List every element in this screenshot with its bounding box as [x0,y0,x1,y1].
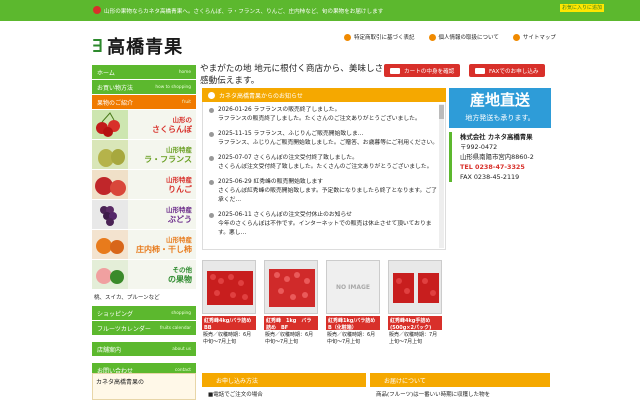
area-panel: 産地直送 地方発送も承ります。 株式会社 カネタ高橋青果 〒992-0472 山形… [449,88,551,182]
bullet-icon [209,132,214,137]
fruit-grape[interactable]: 山形特産 ぶどう [92,200,196,230]
nav-shopping[interactable]: ショッピング shopping [92,306,196,321]
fruit-persimmon[interactable]: 山形特産 庄内柿・干し柿 [92,230,196,260]
bullet-icon [209,180,214,185]
fruit-cherry[interactable]: 山形の さくらんぼ [92,110,196,140]
top-bar: 山形の果物ならカネタ高橋青果へ。さくらんぼ、ラ・フランス、りんご、庄内柿など、旬… [0,0,640,21]
order-method-header: お申し込み方法 [202,373,366,387]
news-header: カネタ高橋青果からのお知らせ [202,88,446,102]
apple-photo [92,170,128,199]
delivery-header: お届けについて [370,373,550,387]
link-legal[interactable]: 特定商取引に基づく表記 [344,33,415,41]
fruit-la-france[interactable]: 山形特産 ラ・フランス [92,140,196,170]
bottom-banner[interactable]: カネタ高橋青果の [92,373,196,400]
bullet-icon [512,33,520,41]
fax-icon [475,67,485,74]
bullet-icon [209,156,214,161]
site-logo[interactable]: ∃ 高橋青果 [92,33,183,59]
company-name: 株式会社 カネタ高橋青果 [460,133,533,141]
nav-fruit[interactable]: 果物のご紹介 fruit [92,95,196,110]
news-list[interactable]: 2026-01-26 ラフランスの販売終了しました。 ラフランスの販売終了しました… [202,102,446,250]
news-item: 2025-06-11 さくらんぼの注文受付休止のお知らせ 今年のさくらんぼは不作で… [209,211,439,238]
cart-icon [390,67,400,74]
info-icon [208,91,215,99]
news-item: 2025-07-07 さくらんぼの注文受付終了致しました。 さくらんぼ注文受付終了… [209,154,439,172]
fruit-apple[interactable]: 山形特産 りんご [92,170,196,200]
bullet-icon [344,33,351,41]
direct-shipping-banner: 産地直送 地方発送も承ります。 [449,88,551,128]
product-photo [203,261,255,313]
grape-photo [92,200,128,229]
product-card[interactable]: 紅秀峰4kg/バラ詰め BB 販売／収穫時期：6月中旬〜7月上旬 [202,260,256,352]
link-sitemap[interactable]: サイトマップ [512,33,556,41]
news-item: 2025-11-15 ラフランス、ふじりんご販売開始致しま… ラフランス、ふじりん… [209,130,439,148]
bullet-icon [209,213,214,218]
fruit-other[interactable]: その他 の果物 [92,260,196,290]
top-links: 特定商取引に基づく表記 個人情報の取扱について サイトマップ [344,33,556,41]
company-address: 山形県南陽市宮内8860-2 [460,153,534,161]
nav-about[interactable]: 店舗案内 about us [92,342,196,357]
sidebar: ホーム home お買い物方法 how to shopping 果物のご紹介 frui… [92,65,196,305]
other-fruit-list: 桃、スイカ、プルーンなど [92,290,196,305]
apple-icon [93,6,101,14]
company-info: 株式会社 カネタ高橋青果 〒992-0472 山形県南陽市宮内8860-2 TE… [449,132,551,182]
product-card[interactable]: 紅秀峰4kg手詰め(500g×2パック) BC販売／収穫時期：7月上旬〜7月上旬 [388,260,442,352]
news-item: 2025-06-29 紅秀峰の販売開始致します さくらんぼ紅秀峰の販売開始致します… [209,178,439,205]
link-privacy[interactable]: 個人情報の取扱について [428,33,499,41]
bullet-icon [209,108,214,113]
cherry-photo [92,110,128,139]
company-fax: FAX 0238-45-2119 [460,173,520,181]
nav-calendar[interactable]: フルーツカレンダー fruits calendar [92,321,196,336]
news-scrollbar[interactable] [439,104,444,248]
product-photo [265,261,317,313]
nav-how-to-shop[interactable]: お買い物方法 how to shopping [92,80,196,95]
product-list: 紅秀峰4kg/バラ詰め BB 販売／収穫時期：6月中旬〜7月上旬 紅秀峰 1kg … [202,260,442,352]
pear-photo [92,140,128,169]
product-card[interactable]: 紅秀峰 1kg バラ詰め BF 販売／収穫時期：6月中旬〜7月上旬 [264,260,318,352]
top-bar-text: 山形の果物ならカネタ高橋青果へ。さくらんぼ、ラ・フランス、りんご、庄内柿など、旬… [104,8,384,15]
order-method-text: ■電話でご注文の場合 [208,392,263,398]
news-item: 2026-01-26 ラフランスの販売終了しました。 ラフランスの販売終了しました… [209,106,439,124]
product-card[interactable]: NO IMAGE 紅秀峰1kg/バラ詰め B（化粧箱） 販売／収穫時期：6月中旬〜… [326,260,380,352]
news-panel: カネタ高橋青果からのお知らせ 2026-01-26 ラフランスの販売終了しました… [202,88,446,250]
nav-home[interactable]: ホーム home [92,65,196,80]
delivery-text: 商品(フルーツ)は一番いい時期に収穫した物を [376,392,491,398]
tagline: やまがたの地 地元に根付く商店から、美味しさと感動伝えます。 [200,64,392,86]
product-photo [389,261,441,313]
cart-button[interactable]: カートの中身を確認 [384,64,461,77]
company-tel: TEL 0238-47-3325 [460,163,525,171]
company-zip: 〒992-0472 [460,143,498,151]
persimmon-photo [92,230,128,259]
logo-name: 高橋青果 [107,37,184,58]
bullet-icon [428,33,436,41]
fax-order-button[interactable]: FAXでのお申し込み [469,64,545,77]
logo-mark: ∃ [92,35,105,57]
sidebar-secondary: ショッピング shopping フルーツカレンダー fruits calendar … [92,306,196,378]
favorite-link[interactable]: お気に入りに追加 [560,4,605,12]
other-fruit-photo [92,260,128,289]
no-image-placeholder: NO IMAGE [327,261,379,313]
